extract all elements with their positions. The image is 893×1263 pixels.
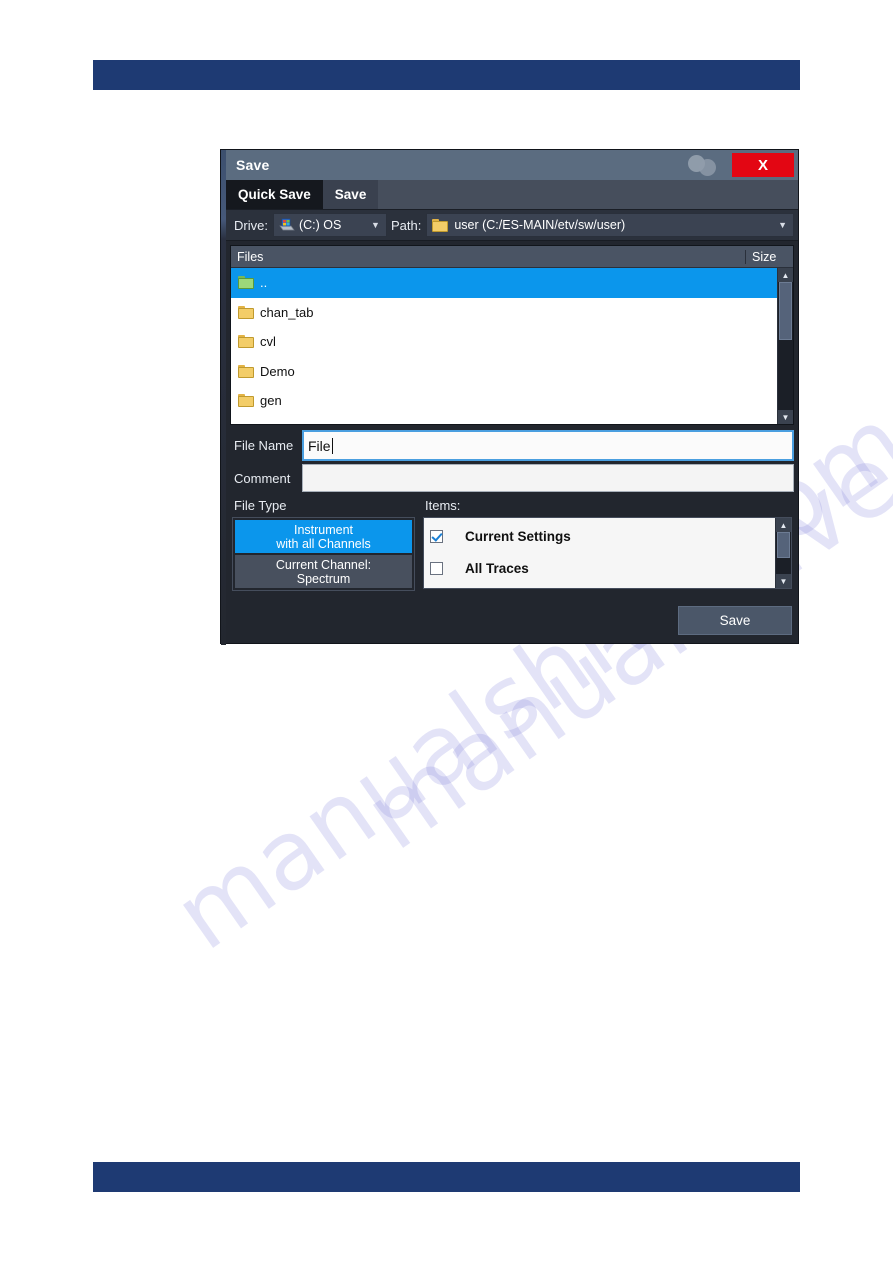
text-caret xyxy=(331,437,333,454)
drive-value: (C:) OS xyxy=(298,218,342,232)
file-row-label: chan_tab xyxy=(260,304,314,320)
save-dialog: Save X Quick Save Save Drive: (C:) OS ▼ … xyxy=(220,149,799,645)
file-row-label: Demo xyxy=(260,363,295,379)
drive-chevron-down-icon[interactable]: ▼ xyxy=(371,220,380,230)
file-type-label: File Type xyxy=(234,498,287,513)
file-type-options: Instrument with all Channels Current Cha… xyxy=(232,517,415,591)
item-row-current-settings[interactable]: Current Settings xyxy=(424,520,775,552)
file-row-demo[interactable]: Demo xyxy=(231,357,777,387)
folder-icon xyxy=(432,218,449,232)
file-type-option-current-channel[interactable]: Current Channel: Spectrum xyxy=(235,555,412,588)
items-label: Items: xyxy=(425,498,461,513)
file-row-gen[interactable]: gen xyxy=(231,386,777,416)
items-scroll-thumb[interactable] xyxy=(777,532,790,558)
comment-input[interactable] xyxy=(302,464,794,492)
file-list-scroll-thumb[interactable] xyxy=(779,282,792,340)
file-type-option-line2: with all Channels xyxy=(276,536,371,551)
folder-icon xyxy=(238,364,254,378)
drive-label: Drive: xyxy=(234,217,268,233)
checkbox-all-traces[interactable] xyxy=(430,561,443,575)
file-list-scrollbar[interactable]: ▲ ▼ xyxy=(777,268,793,424)
scroll-down-icon[interactable]: ▼ xyxy=(776,574,791,588)
scroll-up-icon[interactable]: ▲ xyxy=(776,518,791,532)
file-type-option-line2: Spectrum xyxy=(296,571,351,586)
file-list-rows: .. chan_tab cvl Demo gen xyxy=(231,268,777,424)
file-name-value: File xyxy=(308,437,331,454)
comment-label: Comment xyxy=(234,470,291,486)
checkbox-current-settings[interactable] xyxy=(430,529,443,543)
file-row-cvl[interactable]: cvl xyxy=(231,327,777,357)
folder-icon xyxy=(238,394,254,408)
path-label: Path: xyxy=(390,217,422,233)
dialog-tabbar: Quick Save Save xyxy=(226,180,798,210)
items-rows: Current Settings All Traces xyxy=(424,518,775,588)
item-row-all-traces[interactable]: All Traces xyxy=(424,552,775,584)
folder-icon xyxy=(238,276,254,290)
page-header-band xyxy=(93,60,800,90)
dialog-titlebar: Save X xyxy=(226,150,798,180)
file-type-option-line1: Current Channel: xyxy=(275,557,372,572)
file-row-label: cvl xyxy=(260,334,276,350)
column-header-size[interactable]: Size xyxy=(745,249,793,264)
drive-select[interactable]: (C:) OS ▼ xyxy=(272,213,387,237)
scroll-up-icon[interactable]: ▲ xyxy=(778,268,793,282)
item-label: All Traces xyxy=(465,560,529,576)
page-footer-band xyxy=(93,1162,800,1192)
file-list: Files Size .. chan_tab cvl Demo gen ▲ ▼ xyxy=(230,245,794,425)
file-row-chan-tab[interactable]: chan_tab xyxy=(231,298,777,328)
tab-save[interactable]: Save xyxy=(322,180,379,209)
file-name-row: File Name File xyxy=(230,430,794,461)
column-header-files[interactable]: Files xyxy=(231,250,745,264)
drive-path-row: Drive: (C:) OS ▼ Path: user (C:/ES-MAIN/… xyxy=(226,210,798,241)
folder-icon xyxy=(238,305,254,319)
drive-icon xyxy=(279,218,295,232)
items-scroll-track[interactable] xyxy=(776,532,791,574)
file-row-label: gen xyxy=(260,393,282,409)
folder-icon xyxy=(238,335,254,349)
file-row-parent[interactable]: .. xyxy=(231,268,777,298)
file-type-column: File Type Instrument with all Channels C… xyxy=(232,498,415,591)
close-button[interactable]: X xyxy=(732,153,794,177)
comment-row: Comment xyxy=(230,464,794,492)
file-type-option-line1: Instrument xyxy=(293,522,354,537)
file-list-header: Files Size xyxy=(231,246,793,268)
overlapping-circles-icon xyxy=(688,154,722,176)
path-select[interactable]: user (C:/ES-MAIN/etv/sw/user) ▼ xyxy=(426,213,794,237)
dialog-left-rail xyxy=(221,150,226,645)
file-list-scroll-track[interactable] xyxy=(778,282,793,410)
scroll-down-icon[interactable]: ▼ xyxy=(778,410,793,424)
dialog-title: Save xyxy=(236,157,270,173)
tab-quick-save[interactable]: Quick Save xyxy=(226,180,323,209)
file-name-label: File Name xyxy=(234,438,294,453)
file-type-option-instrument[interactable]: Instrument with all Channels xyxy=(235,520,412,553)
save-button[interactable]: Save xyxy=(678,606,792,635)
items-column: Items: Current Settings All Traces ▲ ▼ xyxy=(423,498,792,591)
file-row-label: .. xyxy=(260,275,268,291)
tabbar-filler xyxy=(378,180,798,209)
dialog-action-bar: Save xyxy=(226,591,798,643)
path-chevron-down-icon[interactable]: ▼ xyxy=(778,220,787,230)
item-label: Current Settings xyxy=(465,528,571,544)
file-name-input[interactable]: File xyxy=(302,430,794,461)
items-list: Current Settings All Traces ▲ ▼ xyxy=(423,517,792,589)
path-value: user (C:/ES-MAIN/etv/sw/user) xyxy=(454,218,626,232)
dialog-bottom-section: File Type Instrument with all Channels C… xyxy=(226,498,798,643)
items-scrollbar[interactable]: ▲ ▼ xyxy=(775,518,791,588)
